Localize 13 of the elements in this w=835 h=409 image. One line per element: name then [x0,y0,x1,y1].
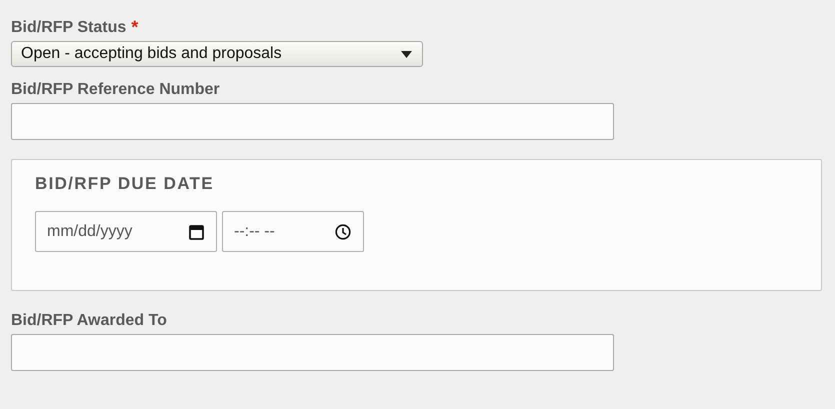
input-field[interactable] [11,334,614,371]
caret-icon [401,50,412,58]
time-field[interactable]: --:-- -- [222,211,364,252]
field-label: Bid/RFP Reference Number [11,81,220,99]
clock-icon [335,224,351,240]
field-label: Bid/RFP Status [11,19,126,37]
section-heading: BID/RFP DUE DATE [35,174,214,194]
required-asterisk: * [131,19,138,35]
date-field[interactable]: mm/dd/yyyy [35,211,217,252]
status-dropdown[interactable]: Open - accepting bids and proposals [11,41,423,67]
calendar-icon [189,224,204,240]
field-label: Bid/RFP Awarded To [11,312,167,330]
input-field[interactable] [11,103,614,140]
